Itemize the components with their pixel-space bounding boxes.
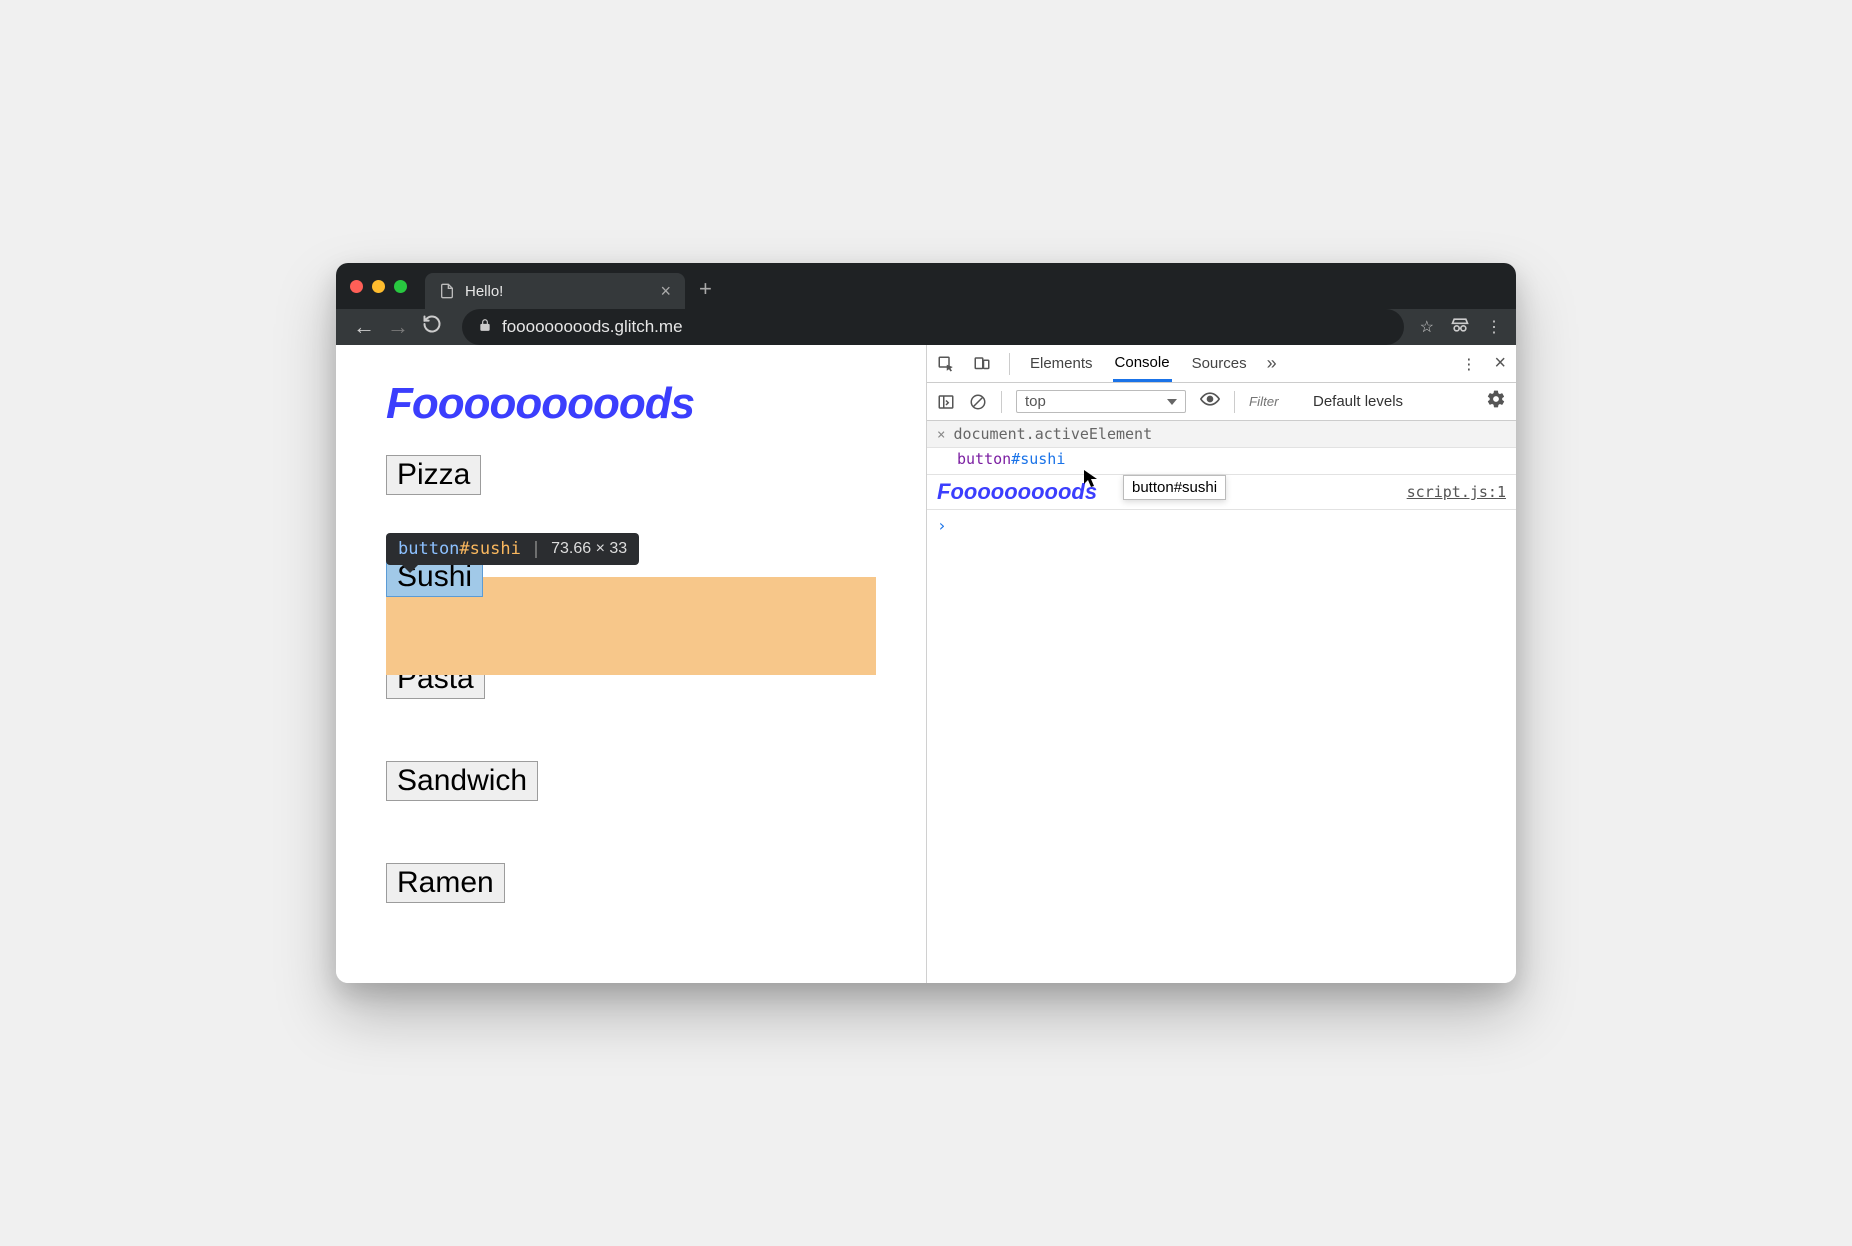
tooltip-id: #sushi <box>459 539 520 559</box>
tooltip-dimensions: 73.66 × 33 <box>551 540 627 558</box>
tooltip-tag: button <box>398 539 459 559</box>
expression-result[interactable]: button#sushi <box>927 448 1516 475</box>
context-select[interactable]: top <box>1016 390 1186 413</box>
address-bar[interactable]: fooooooooods.glitch.me <box>462 309 1404 345</box>
food-button-ramen[interactable]: Ramen <box>386 863 505 903</box>
log-levels-select[interactable]: Default levels <box>1313 393 1403 410</box>
back-button[interactable]: ← <box>350 314 378 340</box>
clear-console-icon[interactable] <box>969 393 987 411</box>
log-message: Fooooooooods <box>937 479 1097 505</box>
live-expression-icon[interactable] <box>1200 389 1220 414</box>
incognito-icon <box>1450 315 1470 340</box>
tab-console[interactable]: Console <box>1113 346 1172 382</box>
context-value: top <box>1025 393 1046 410</box>
minimize-window-button[interactable] <box>372 280 385 293</box>
browser-tab[interactable]: Hello! × <box>425 273 685 309</box>
device-toolbar-icon[interactable] <box>973 355 991 373</box>
console-filter-input[interactable] <box>1249 394 1299 409</box>
page-viewport: Fooooooooods Pizza button#sushi | 73.66 … <box>336 345 926 983</box>
devtools-menu-icon[interactable]: ⋮ <box>1461 355 1476 373</box>
expression-text: document.activeElement <box>953 425 1152 443</box>
console-prompt[interactable]: › <box>927 510 1516 541</box>
page-icon <box>439 283 455 299</box>
remove-expression-icon[interactable]: × <box>937 427 945 443</box>
new-tab-button[interactable]: + <box>699 276 712 302</box>
food-button-sandwich[interactable]: Sandwich <box>386 761 538 801</box>
console-toolbar: top Default levels <box>927 383 1516 421</box>
log-source-link[interactable]: script.js:1 <box>1407 483 1506 501</box>
lock-icon <box>478 318 492 336</box>
live-expression-row: × document.activeElement <box>927 421 1516 448</box>
tab-elements[interactable]: Elements <box>1028 347 1095 380</box>
close-tab-button[interactable]: × <box>660 282 671 300</box>
browser-window: Hello! × + ← → fooooooooods.glitch.me ☆ … <box>336 263 1516 983</box>
console-settings-icon[interactable] <box>1486 389 1506 415</box>
more-tabs-icon[interactable]: » <box>1267 353 1277 374</box>
devtools-tabbar: Elements Console Sources » ⋮ × <box>927 345 1516 383</box>
tab-sources[interactable]: Sources <box>1190 347 1249 380</box>
bookmark-star-icon[interactable]: ☆ <box>1420 317 1434 337</box>
devtools-close-icon[interactable]: × <box>1494 352 1506 375</box>
page-heading: Fooooooooods <box>386 379 876 429</box>
console-sidebar-icon[interactable] <box>937 393 955 411</box>
console-body: × document.activeElement button#sushi bu… <box>927 421 1516 983</box>
inspect-element-icon[interactable] <box>937 355 955 373</box>
browser-toolbar: ← → fooooooooods.glitch.me ☆ ⋮ <box>336 309 1516 345</box>
devtools-panel: Elements Console Sources » ⋮ × top <box>926 345 1516 983</box>
menu-icon[interactable]: ⋮ <box>1486 317 1502 337</box>
inspect-tooltip: button#sushi | 73.66 × 33 <box>386 533 639 565</box>
tab-title: Hello! <box>465 283 503 300</box>
hover-tooltip: button#sushi <box>1123 475 1226 500</box>
close-window-button[interactable] <box>350 280 363 293</box>
window-controls <box>350 280 407 293</box>
titlebar: Hello! × + <box>336 263 1516 309</box>
food-button-pizza[interactable]: Pizza <box>386 455 481 495</box>
reload-button[interactable] <box>418 314 446 340</box>
maximize-window-button[interactable] <box>394 280 407 293</box>
forward-button[interactable]: → <box>384 314 412 340</box>
url-text: fooooooooods.glitch.me <box>502 317 683 337</box>
